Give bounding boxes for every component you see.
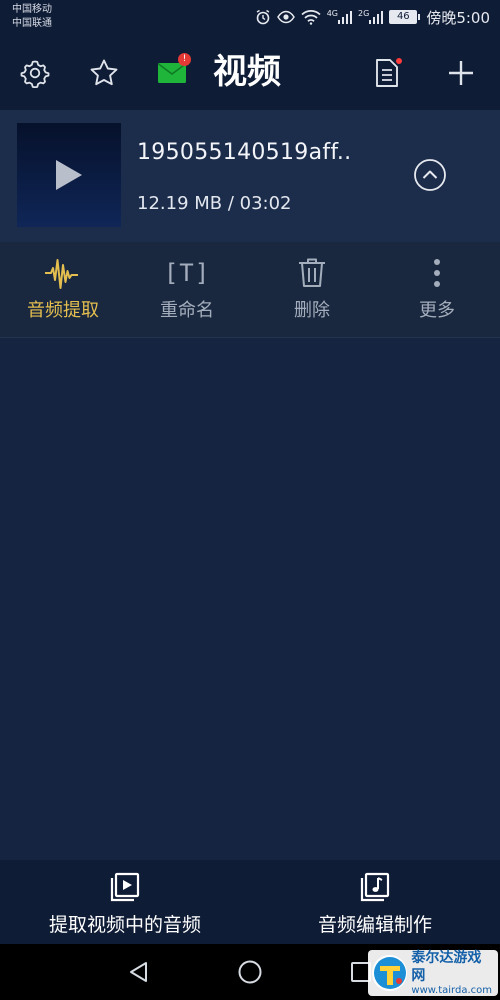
signal-icon-sim1: 4G [326,9,353,24]
video-actions: 音频提取 [T] 重命名 删除 更多 [0,242,500,338]
status-icons: 4G 2G 46 傍晚5:00 [255,6,490,28]
delete-label: 删除 [294,300,330,321]
rename-icon: [T] [163,259,211,287]
audio-extract-button[interactable]: 音频提取 [8,256,118,326]
watermark-url: www.tairda.com [411,985,492,996]
video-size-duration: 12.19 MB / 03:02 [137,193,292,214]
signal-icon-sim2: 2G [358,9,384,24]
network-type-sim1: 4G [326,9,339,18]
document-icon[interactable] [370,56,404,90]
video-file-name: 195055140519aff.. [137,140,352,165]
video-list-item[interactable]: 195055140519aff.. 12.19 MB / 03:02 [0,110,500,242]
extract-audio-from-video-button[interactable]: 提取视频中的音频 [0,860,250,944]
back-icon[interactable] [124,957,154,987]
wifi-icon [301,9,321,25]
collapse-button[interactable] [413,158,447,192]
audio-extract-label: 音频提取 [27,300,99,321]
rename-button[interactable]: [T] 重命名 [132,256,242,326]
clock: 傍晚5:00 [426,8,490,27]
gear-icon[interactable] [18,56,52,90]
extract-audio-label: 提取视频中的音频 [48,914,201,936]
mail-icon[interactable]: ! [155,53,191,90]
more-label: 更多 [419,300,455,321]
notification-dot [396,58,402,64]
watermark: 泰尔达游戏网 www.tairda.com [368,950,498,996]
video-library-icon [110,872,140,902]
plus-icon[interactable] [444,56,478,90]
delete-button[interactable]: 删除 [257,256,367,326]
audio-edit-label: 音频编辑制作 [317,914,432,936]
more-button[interactable]: 更多 [382,256,492,326]
page-title: 视频 [213,52,281,92]
watermark-name: 泰尔达游戏网 [411,950,482,984]
music-library-icon [360,872,390,902]
battery-icon: 46 [389,10,421,24]
chevron-up-circle-icon [414,159,446,191]
network-type-sim2: 2G [358,9,370,18]
carrier-primary: 中国移动 [12,4,52,15]
battery-level: 46 [389,10,418,24]
bottom-bar: 提取视频中的音频 音频编辑制作 [0,860,500,944]
eye-icon [276,10,295,24]
mail-badge: ! [178,53,191,66]
top-toolbar: ! 视频 [0,36,500,110]
carrier-secondary: 中国联通 [12,18,52,29]
waveform-icon [45,259,78,289]
more-vertical-icon [434,259,440,287]
trash-icon [299,258,325,287]
play-icon [56,160,82,190]
alarm-icon [255,9,271,25]
star-icon[interactable] [87,56,121,90]
status-bar: 中国移动 中国联通 4G 2G 46 傍晚5:00 [0,0,500,36]
audio-edit-button[interactable]: 音频编辑制作 [250,860,500,944]
rename-label: 重命名 [160,300,214,321]
watermark-logo-icon [372,955,408,991]
home-icon[interactable] [235,957,265,987]
video-thumbnail[interactable] [17,123,121,227]
